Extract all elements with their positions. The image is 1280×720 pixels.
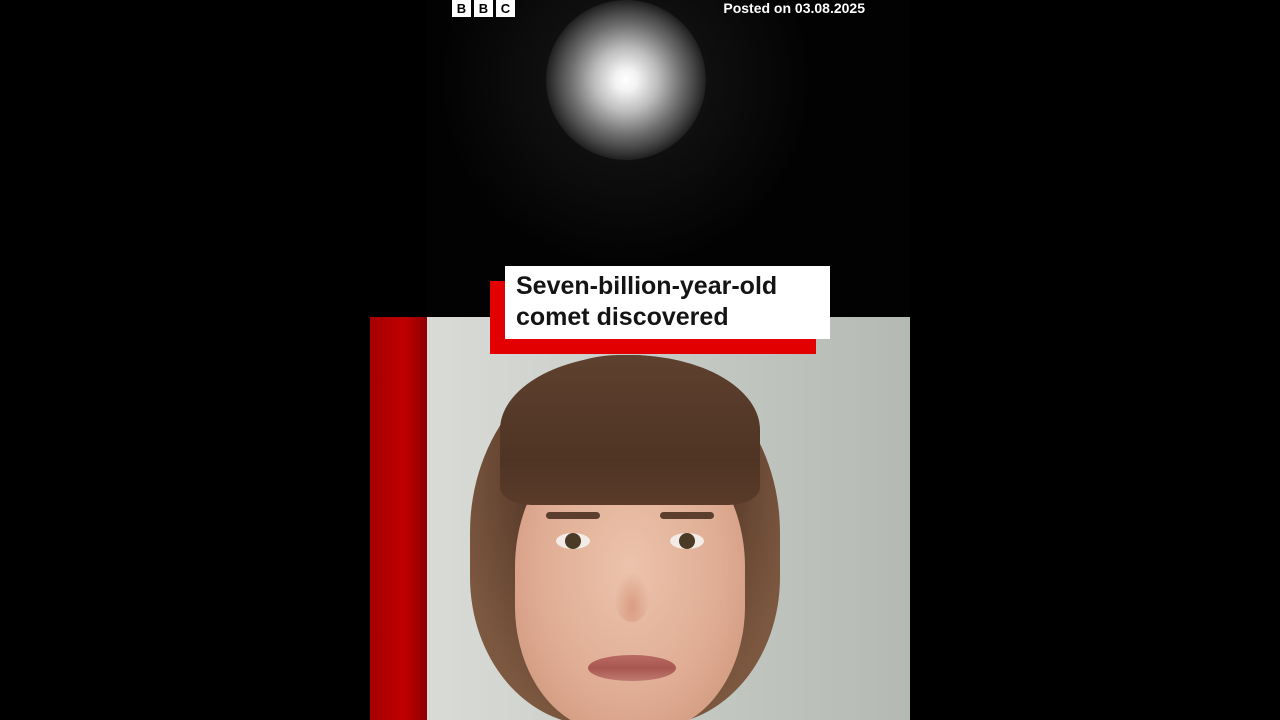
comet-core (546, 0, 706, 160)
left-dark-band (370, 0, 427, 317)
right-eye (670, 533, 704, 549)
logo-letter: B (474, 0, 493, 17)
headline-caption: Seven-billion-year-old comet discovered (490, 266, 830, 354)
left-eye (556, 533, 590, 549)
headline-box: Seven-billion-year-old comet discovered (505, 266, 830, 339)
presenter-mouth (588, 655, 676, 681)
left-eyebrow (546, 512, 600, 519)
red-side-bar (370, 317, 427, 720)
presenter-video (370, 317, 910, 720)
logo-letter: B (452, 0, 471, 17)
posted-date: Posted on 03.08.2025 (723, 0, 865, 16)
headline-line-1: Seven-billion-year-old (516, 272, 778, 300)
logo-letter: C (496, 0, 515, 17)
bbc-logo: B B C (452, 0, 515, 17)
headline-line-2: comet discovered (516, 303, 729, 331)
right-eyebrow (660, 512, 714, 519)
video-frame[interactable]: B B C Posted on 03.08.2025 Seven-billion… (370, 0, 910, 720)
presenter-fringe (500, 355, 760, 505)
presenter-nose (614, 572, 650, 622)
headline-text: Seven-billion-year-old comet discovered (516, 271, 826, 333)
